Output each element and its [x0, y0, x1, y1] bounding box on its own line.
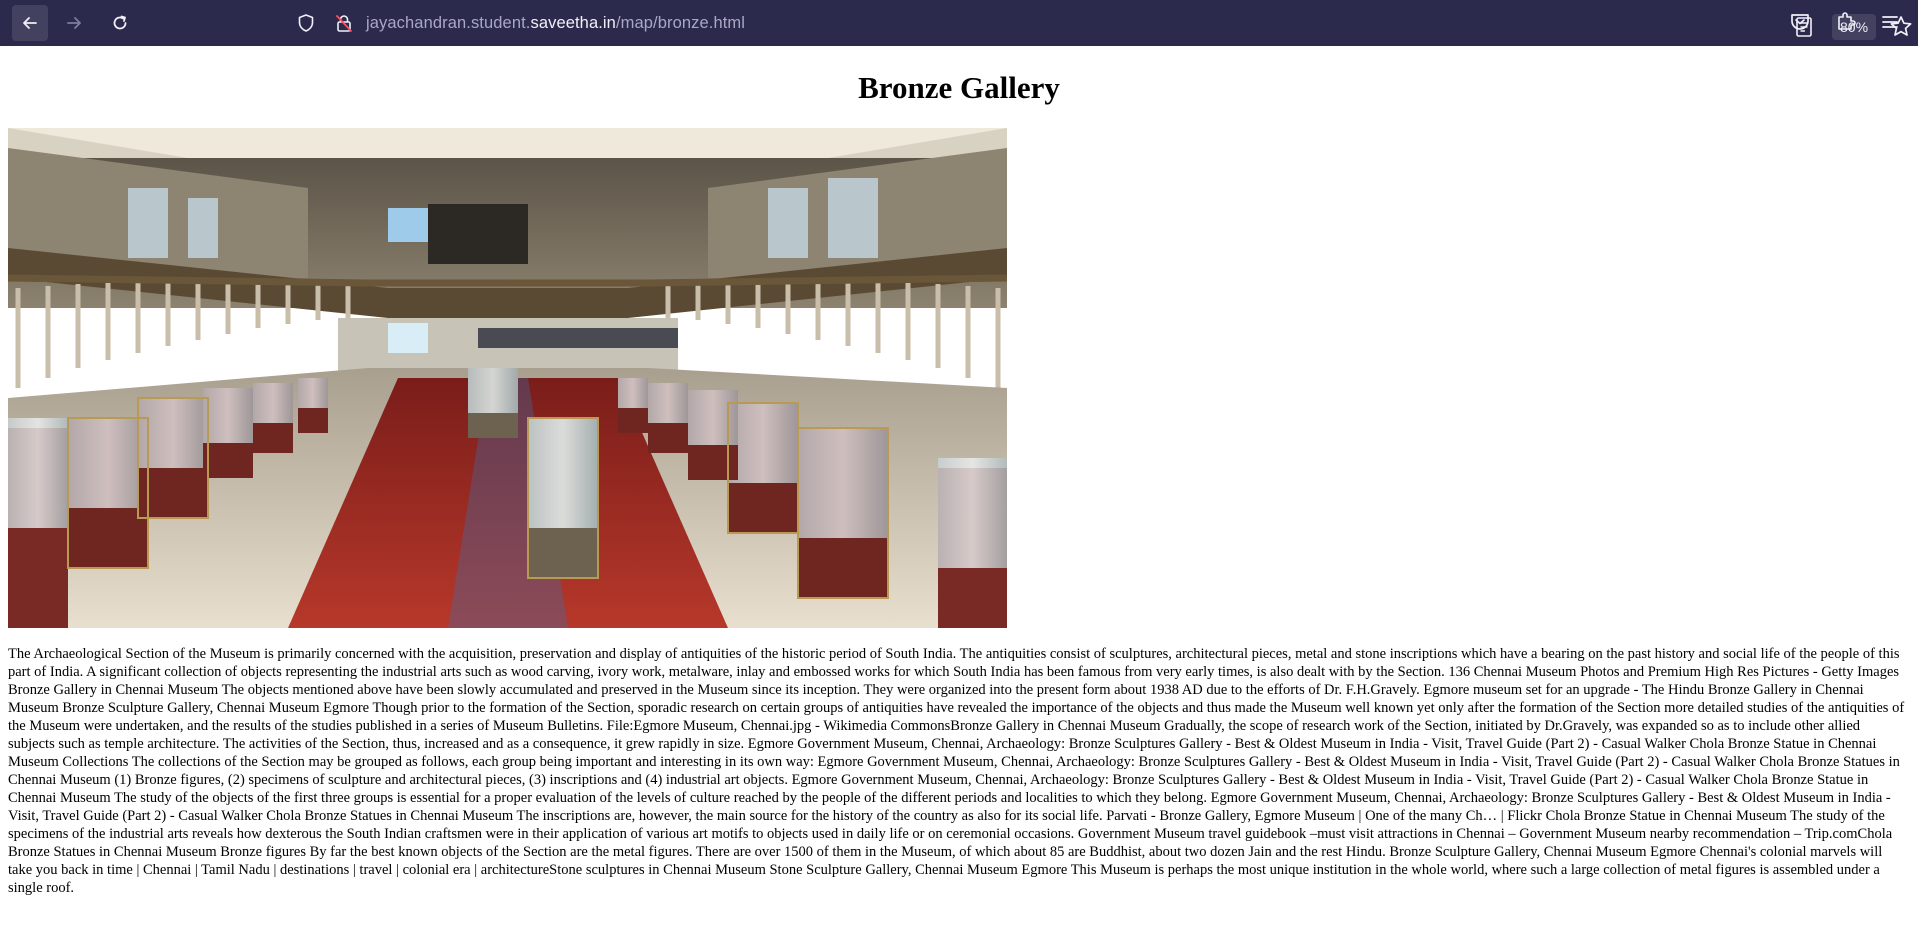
pocket-icon[interactable] [1788, 10, 1812, 34]
reload-icon [113, 15, 127, 30]
url-text[interactable]: jayachandran.student.saveetha.in/map/bro… [366, 14, 745, 33]
shield-icon[interactable] [296, 13, 316, 33]
arrow-left-icon [23, 17, 37, 29]
gallery-photo [8, 128, 1007, 628]
url-bar[interactable]: jayachandran.student.saveetha.in/map/bro… [290, 5, 1912, 41]
browser-toolbar: jayachandran.student.saveetha.in/map/bro… [0, 0, 1918, 46]
gallery-description: The Archaeological Section of the Museum… [8, 646, 1905, 896]
back-button[interactable] [12, 5, 48, 41]
lock-icon[interactable] [334, 13, 354, 33]
url-host: saveetha.in [530, 14, 616, 32]
arrow-right-icon [67, 17, 81, 29]
gallery-photo-illustration [8, 128, 1007, 628]
puzzle-icon[interactable] [1834, 9, 1858, 33]
reload-button[interactable] [102, 5, 138, 41]
page-title: Bronze Gallery [858, 70, 1060, 105]
url-prefix: jayachandran.student. [366, 14, 531, 32]
hamburger-menu-icon[interactable] [1878, 10, 1902, 34]
page-content: Bronze Gallery The Archaeological Sectio… [0, 46, 1918, 946]
url-path: /map/bronze.html [615, 14, 746, 32]
forward-button[interactable] [56, 5, 92, 41]
